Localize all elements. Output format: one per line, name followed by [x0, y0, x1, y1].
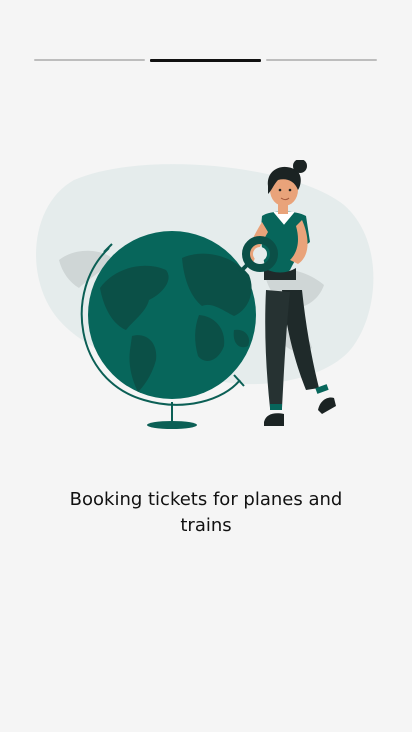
onboarding-caption: Booking tickets for planes and trains	[69, 489, 343, 536]
progress-step-2-active	[150, 59, 261, 62]
onboarding-progress	[34, 59, 378, 62]
progress-step-1	[34, 59, 145, 61]
progress-step-3	[266, 59, 377, 61]
woman-with-globe-illustration	[34, 160, 378, 440]
